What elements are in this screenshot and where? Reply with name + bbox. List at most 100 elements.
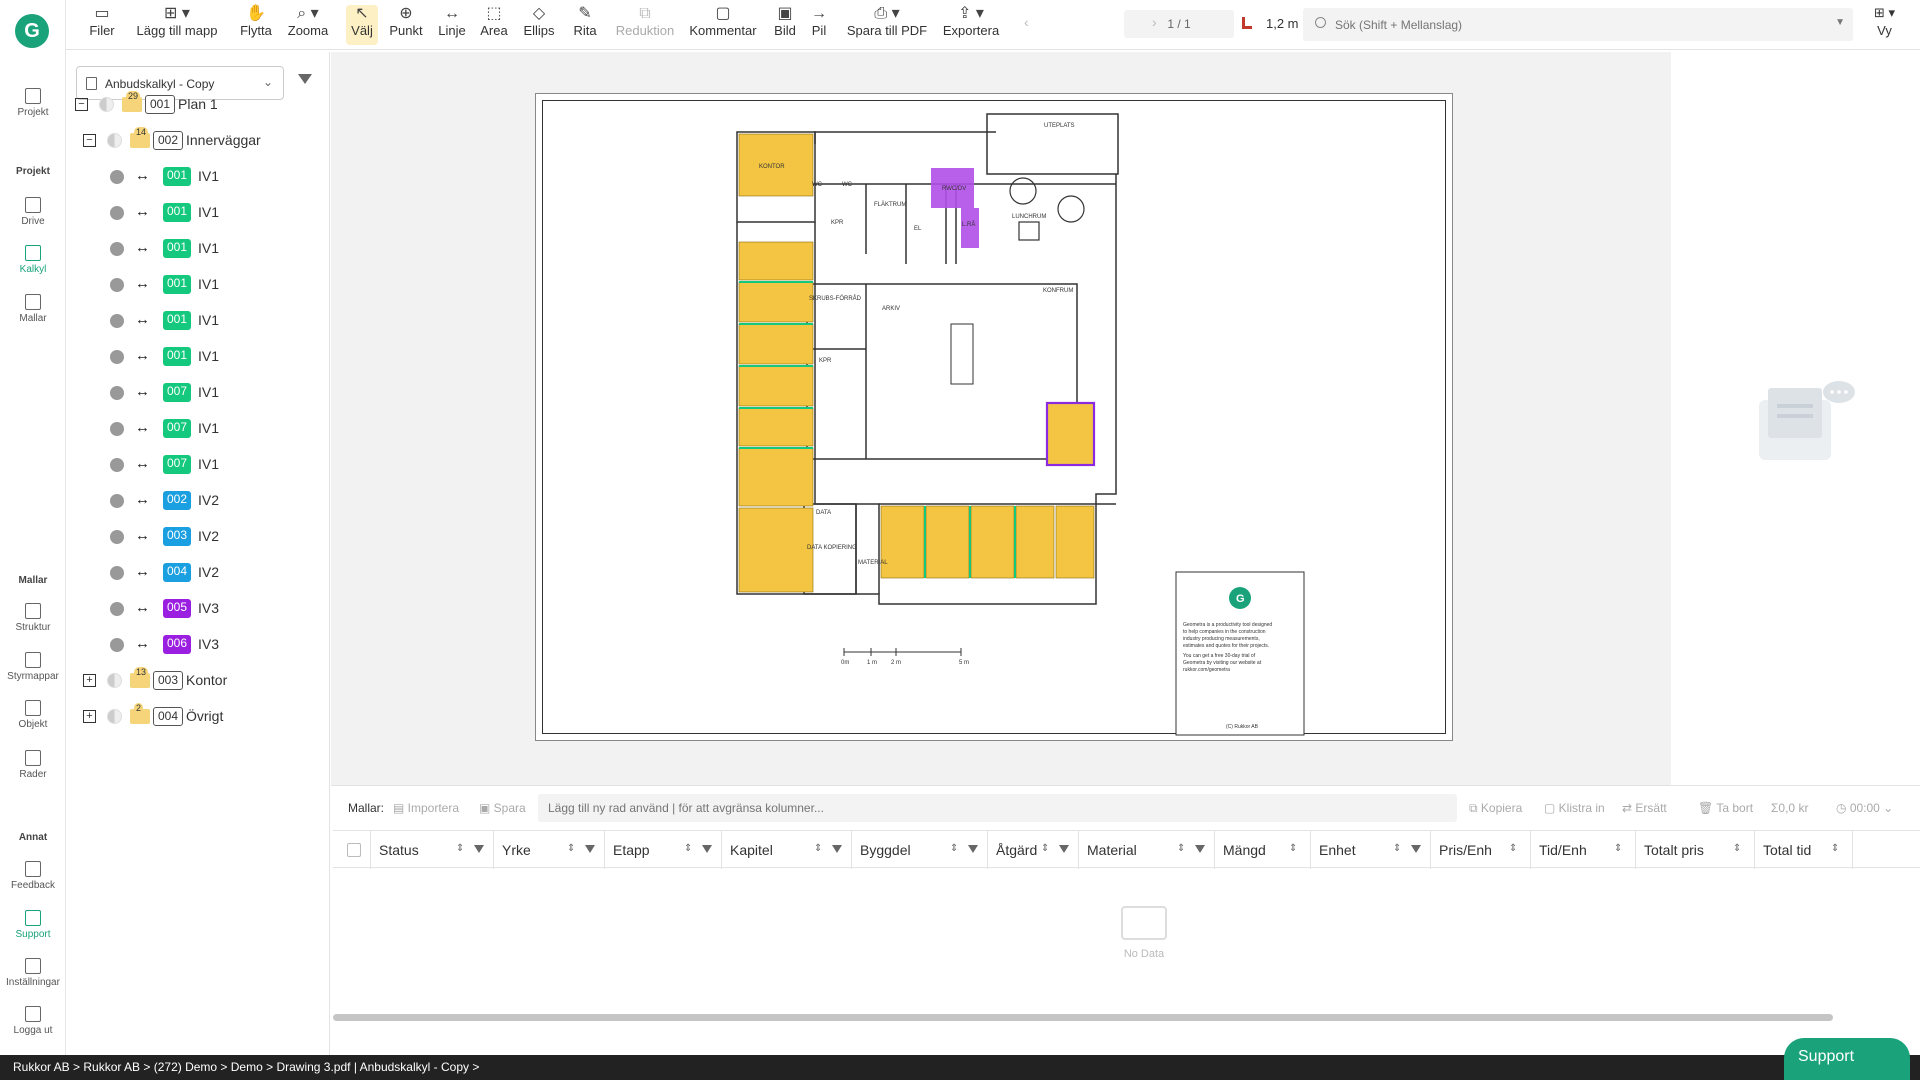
rail-item-feedback[interactable]: Feedback	[0, 861, 66, 891]
filter-icon[interactable]	[1411, 845, 1421, 853]
tree-folder[interactable]: − 14 002 Innerväggar	[66, 122, 330, 158]
tool-zooma[interactable]: ⌕ ▾ Zooma	[286, 5, 330, 45]
tree-item[interactable]: ↔ 001 IV1	[66, 338, 330, 374]
visibility-icon[interactable]	[110, 170, 124, 184]
filter-icon[interactable]	[968, 845, 978, 853]
scale-icon[interactable]	[1242, 17, 1252, 29]
visibility-icon[interactable]	[107, 709, 122, 724]
tree-item[interactable]: ↔ 007 IV1	[66, 410, 330, 446]
filter-icon[interactable]	[1059, 845, 1069, 853]
rail-item-styrmappar[interactable]: Styrmappar	[0, 652, 66, 682]
visibility-icon[interactable]	[110, 242, 124, 256]
spara-button[interactable]: ▣ Spara	[479, 801, 526, 815]
select-all-checkbox[interactable]	[347, 843, 361, 857]
column-header[interactable]: Kapitel ⇕	[722, 831, 852, 869]
tree-folder[interactable]: +2 004 Övrigt	[66, 698, 330, 734]
visibility-icon[interactable]	[110, 458, 124, 472]
tool-area[interactable]: ⬚ Area	[478, 5, 510, 45]
sort-icon[interactable]: ⇕	[567, 843, 575, 854]
tool-filer[interactable]: ▭ Filer	[84, 5, 120, 45]
tool-exportera[interactable]: ⇪ ▾ Exportera	[942, 5, 1000, 45]
filter-icon[interactable]	[702, 845, 712, 853]
visibility-icon[interactable]	[110, 206, 124, 220]
sort-icon[interactable]: ⇕	[1177, 843, 1185, 854]
prev-page-icon[interactable]: ‹	[1024, 14, 1029, 30]
column-header[interactable]: Yrke ⇕	[494, 831, 605, 869]
tree-folder[interactable]: +13 003 Kontor	[66, 662, 330, 698]
sort-icon[interactable]: ⇕	[814, 843, 822, 854]
visibility-icon[interactable]	[110, 638, 124, 652]
rail-item-kalkyl[interactable]: Kalkyl	[0, 245, 66, 275]
sort-icon[interactable]: ⇕	[1831, 843, 1839, 854]
column-header[interactable]: Mängd ⇕	[1215, 831, 1311, 869]
rail-item-objekt[interactable]: Objekt	[0, 700, 66, 730]
tool-pil[interactable]: → Pil	[810, 5, 828, 45]
tree-item[interactable]: ↔ 004 IV2	[66, 554, 330, 590]
tree-item[interactable]: ↔ 001 IV1	[66, 302, 330, 338]
filter-icon[interactable]	[1195, 845, 1205, 853]
visibility-icon[interactable]	[107, 673, 122, 688]
tool-reduktion[interactable]: ⧉ Reduktion	[614, 5, 676, 45]
visibility-icon[interactable]	[110, 386, 124, 400]
new-row-input[interactable]	[538, 794, 1457, 822]
rail-item-logga-ut[interactable]: Logga ut	[0, 1006, 66, 1036]
tool-kommentar[interactable]: ▢ Kommentar	[688, 5, 758, 45]
visibility-icon[interactable]	[110, 530, 124, 544]
sum-time[interactable]: ◷ 00:00 ⌄	[1836, 801, 1893, 815]
rail-item-rader[interactable]: Rader	[0, 750, 66, 780]
rail-item-drive[interactable]: Drive	[0, 197, 66, 227]
sort-icon[interactable]: ⇕	[1289, 843, 1297, 854]
tree-item[interactable]: ↔ 005 IV3	[66, 590, 330, 626]
horizontal-scrollbar[interactable]	[333, 1014, 1833, 1021]
sort-icon[interactable]: ⇕	[1041, 843, 1049, 854]
breadcrumb[interactable]: Rukkor AB > Rukkor AB > (272) Demo > Dem…	[13, 1060, 479, 1074]
column-header[interactable]: Material ⇕	[1079, 831, 1215, 869]
floor-plan[interactable]: UTEPLATS KONTOR WC WC FLÄKTRUM KPR EL RW…	[536, 94, 1454, 742]
tool-lagg-till-mapp[interactable]: ⊞ ▾ Lägg till mapp	[134, 5, 220, 45]
sort-icon[interactable]: ⇕	[1614, 843, 1622, 854]
collapse-icon[interactable]: −	[83, 134, 96, 147]
tree-item[interactable]: ↔ 001 IV1	[66, 230, 330, 266]
sort-icon[interactable]: ⇕	[950, 843, 958, 854]
tool-spara-till-pdf[interactable]: ⎙ ▾ Spara till PDF	[846, 5, 928, 45]
tree-item[interactable]: ↔ 001 IV1	[66, 266, 330, 302]
rail-item-support[interactable]: Support	[0, 910, 66, 940]
tool-punkt[interactable]: ⊕ Punkt	[388, 5, 424, 45]
tree-item[interactable]: ↔ 007 IV1	[66, 446, 330, 482]
expand-icon[interactable]: +	[83, 710, 96, 723]
tool-flytta[interactable]: ✋ Flytta	[236, 5, 276, 45]
tool-ellips[interactable]: ◇ Ellips	[522, 5, 556, 45]
tree-item[interactable]: ↔ 006 IV3	[66, 626, 330, 662]
filter-icon[interactable]	[585, 845, 595, 853]
sort-icon[interactable]: ⇕	[684, 843, 692, 854]
column-header[interactable]: Status ⇕	[371, 831, 494, 869]
filter-icon[interactable]	[298, 74, 312, 84]
visibility-icon[interactable]	[107, 133, 122, 148]
search-input[interactable]	[1335, 15, 1815, 35]
visibility-icon[interactable]	[110, 350, 124, 364]
tree-item[interactable]: ↔ 002 IV2	[66, 482, 330, 518]
column-header[interactable]: Pris/Enh ⇕	[1431, 831, 1531, 869]
sort-icon[interactable]: ⇕	[1733, 843, 1741, 854]
column-header[interactable]: Total tid ⇕	[1755, 831, 1853, 869]
ersatt-button[interactable]: ⇄ Ersätt	[1622, 801, 1667, 815]
kopiera-button[interactable]: ⧉ Kopiera	[1469, 801, 1522, 816]
ta-bort-button[interactable]: 🗑 Ta bort	[1698, 801, 1753, 815]
support-button[interactable]: Support	[1784, 1038, 1910, 1080]
page-indicator[interactable]: 1 / 1	[1124, 10, 1234, 38]
sort-icon[interactable]: ⇕	[1509, 843, 1517, 854]
visibility-icon[interactable]	[110, 278, 124, 292]
app-logo[interactable]: G	[15, 14, 49, 48]
rail-item-mallar[interactable]: Mallar	[0, 294, 66, 324]
visibility-icon[interactable]	[110, 422, 124, 436]
chevron-down-icon[interactable]: ▼	[1835, 17, 1845, 28]
tool-valj[interactable]: ↖ Välj	[346, 5, 378, 45]
rail-item-projekt-top[interactable]: Projekt	[0, 88, 66, 118]
tool-rita[interactable]: ✎ Rita	[572, 5, 598, 45]
tool-linje[interactable]: ↔ Linje	[436, 5, 468, 45]
visibility-icon[interactable]	[110, 602, 124, 616]
sort-icon[interactable]: ⇕	[456, 843, 464, 854]
visibility-icon[interactable]	[99, 97, 114, 112]
tree-item[interactable]: ↔ 001 IV1	[66, 194, 330, 230]
view-button[interactable]: ⊞ ▾ Vy	[1874, 5, 1895, 38]
